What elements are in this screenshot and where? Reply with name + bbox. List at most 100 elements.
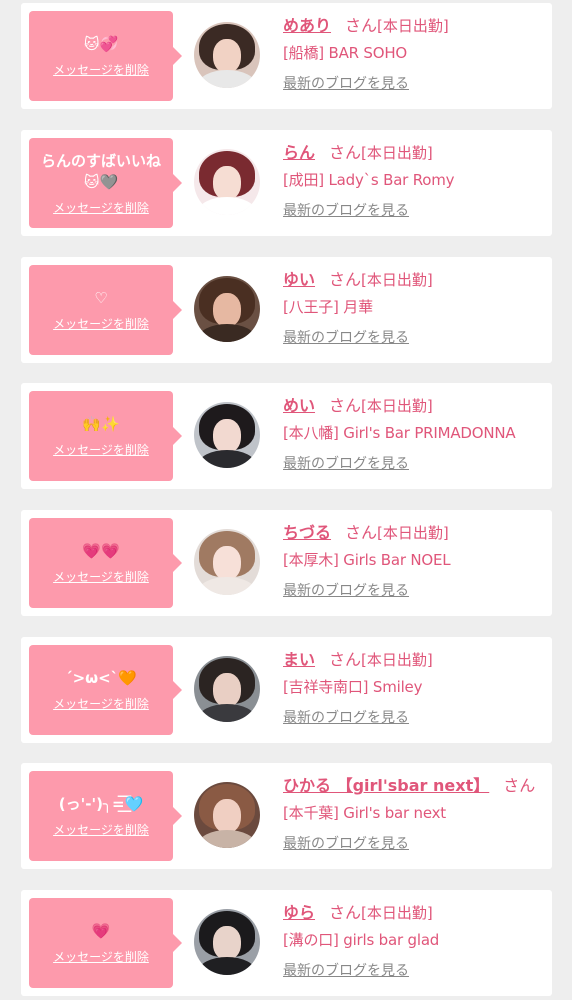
message-bubble: 🙌✨ メッセージを削除 — [29, 391, 182, 481]
latest-blog-link[interactable]: 最新のブログを見る — [283, 73, 409, 93]
avatar-face — [213, 926, 241, 960]
cast-name-link[interactable]: めい — [283, 396, 315, 415]
honorific: さん — [329, 396, 362, 415]
cast-info: ちづる さん[本日出勤] [本厚木] Girls Bar NOEL 最新のブログを見る — [283, 520, 549, 600]
avatar-face — [213, 546, 241, 580]
avatar-body — [198, 704, 256, 722]
status-label: [本日出勤] — [361, 144, 433, 162]
shop-name: [成田] Lady`s Bar Romy — [283, 171, 455, 189]
shop-name: [吉祥寺南口] Smiley — [283, 678, 423, 696]
message-card: (っ'-')╮=͟͟͞͞🩵 メッセージを削除 ひかる 【girl'sbar next… — [21, 763, 552, 869]
cast-name-line: めい さん[本日出勤] — [283, 393, 549, 418]
delete-message-link[interactable]: メッセージを削除 — [53, 821, 149, 838]
avatar-face — [213, 293, 241, 327]
status-label: [本日出勤] — [361, 651, 433, 669]
message-bubble: (っ'-')╮=͟͟͞͞🩵 メッセージを削除 — [29, 771, 182, 861]
avatar[interactable] — [194, 149, 260, 215]
avatar-body — [198, 70, 256, 88]
avatar[interactable] — [194, 22, 260, 88]
message-bubble: 🐱💞 メッセージを削除 — [29, 11, 182, 101]
avatar-face — [213, 419, 241, 453]
latest-blog-link[interactable]: 最新のブログを見る — [283, 200, 409, 220]
message-text: 💗💗 — [82, 542, 120, 560]
cast-info: ゆら さん[本日出勤] [溝の口] girls bar glad 最新のブログを見る — [283, 900, 549, 980]
cast-info: めあり さん[本日出勤] [船橋] BAR SOHO 最新のブログを見る — [283, 13, 549, 93]
shop-name: [本厚木] Girls Bar NOEL — [283, 551, 451, 569]
latest-blog-link[interactable]: 最新のブログを見る — [283, 960, 409, 980]
cast-name-line: ゆら さん[本日出勤] — [283, 900, 549, 925]
shop-name: [本千葉] Girl's bar next — [283, 804, 446, 822]
avatar-body — [198, 324, 256, 342]
delete-message-link[interactable]: メッセージを削除 — [53, 695, 149, 712]
honorific: さん — [329, 270, 362, 289]
cast-name-link[interactable]: ゆら — [283, 903, 315, 922]
message-text: らんのすばいいね 🐱🩶 — [40, 151, 161, 191]
avatar[interactable] — [194, 909, 260, 975]
message-text: (っ'-')╮=͟͟͞͞🩵 — [58, 795, 144, 813]
message-card: らんのすばいいね 🐱🩶 メッセージを削除 らん さん[本日出勤] [成田] Lady`s… — [21, 130, 552, 236]
message-card: 💗💗 メッセージを削除 ちづる さん[本日出勤] [本厚木] Girls Bar NOE… — [21, 510, 552, 616]
latest-blog-link[interactable]: 最新のブログを見る — [283, 707, 409, 727]
latest-blog-link[interactable]: 最新のブログを見る — [283, 453, 409, 473]
honorific: さん — [503, 776, 536, 795]
cast-name-link[interactable]: らん — [283, 143, 315, 162]
cast-name-line: ちづる さん[本日出勤] — [283, 520, 549, 545]
latest-blog-link[interactable]: 最新のブログを見る — [283, 580, 409, 600]
avatar[interactable] — [194, 656, 260, 722]
status-label: [本日出勤] — [377, 17, 449, 35]
delete-message-link[interactable]: メッセージを削除 — [53, 568, 149, 585]
message-text: ´>ω<`🧡 — [65, 669, 137, 687]
honorific: さん — [345, 16, 378, 35]
cast-name-link[interactable]: めあり — [283, 16, 331, 35]
shop-name: [本八幡] Girl's Bar PRIMADONNA — [283, 424, 516, 442]
message-card: ♡ メッセージを削除 ゆい さん[本日出勤] [八王子] 月華 最新のブログを見る — [21, 257, 552, 363]
avatar-face — [213, 673, 241, 707]
delete-message-link[interactable]: メッセージを削除 — [53, 199, 149, 216]
avatar[interactable] — [194, 276, 260, 342]
message-bubble: ´>ω<`🧡 メッセージを削除 — [29, 645, 182, 735]
status-label: [本日出勤] — [361, 904, 433, 922]
avatar-face — [213, 166, 241, 200]
cast-name-line: まい さん[本日出勤] — [283, 647, 549, 672]
delete-message-link[interactable]: メッセージを削除 — [53, 315, 149, 332]
message-bubble: らんのすばいいね 🐱🩶 メッセージを削除 — [29, 138, 182, 228]
message-card: 💗 メッセージを削除 ゆら さん[本日出勤] [溝の口] girls bar glad 最… — [21, 890, 552, 996]
cast-info: ゆい さん[本日出勤] [八王子] 月華 最新のブログを見る — [283, 267, 549, 347]
avatar-body — [198, 577, 256, 595]
message-text: ♡ — [94, 289, 108, 307]
status-label: [本日出勤] — [361, 397, 433, 415]
avatar[interactable] — [194, 529, 260, 595]
delete-message-link[interactable]: メッセージを削除 — [53, 61, 149, 78]
delete-message-link[interactable]: メッセージを削除 — [53, 948, 149, 965]
cast-name-link[interactable]: ゆい — [283, 270, 315, 289]
avatar-body — [198, 450, 256, 468]
message-bubble: ♡ メッセージを削除 — [29, 265, 182, 355]
avatar[interactable] — [194, 402, 260, 468]
cast-name-link[interactable]: ひかる 【girl'sbar next】 — [283, 776, 489, 795]
message-text: 🐱💞 — [83, 35, 119, 53]
status-label: [本日出勤] — [361, 271, 433, 289]
message-text: 🙌✨ — [82, 415, 120, 433]
avatar-body — [198, 830, 256, 848]
latest-blog-link[interactable]: 最新のブログを見る — [283, 327, 409, 347]
honorific: さん — [345, 523, 378, 542]
cast-info: ひかる 【girl'sbar next】 さん [本千葉] Girl's bar n… — [283, 773, 549, 853]
cast-name-link[interactable]: ちづる — [283, 523, 331, 542]
cast-name-line: らん さん[本日出勤] — [283, 140, 549, 165]
avatar-face — [213, 39, 241, 73]
shop-name: [船橋] BAR SOHO — [283, 44, 408, 62]
cast-name-link[interactable]: まい — [283, 650, 315, 669]
cast-info: めい さん[本日出勤] [本八幡] Girl's Bar PRIMADONNA 最新の… — [283, 393, 549, 473]
cast-info: らん さん[本日出勤] [成田] Lady`s Bar Romy 最新のブログを見る — [283, 140, 549, 220]
cast-name-line: ゆい さん[本日出勤] — [283, 267, 549, 292]
delete-message-link[interactable]: メッセージを削除 — [53, 441, 149, 458]
avatar-body — [198, 197, 256, 215]
message-card: 🙌✨ メッセージを削除 めい さん[本日出勤] [本八幡] Girl's Bar PRI… — [21, 383, 552, 489]
honorific: さん — [329, 143, 362, 162]
avatar-face — [213, 799, 241, 833]
cast-info: まい さん[本日出勤] [吉祥寺南口] Smiley 最新のブログを見る — [283, 647, 549, 727]
avatar[interactable] — [194, 782, 260, 848]
message-card: ´>ω<`🧡 メッセージを削除 まい さん[本日出勤] [吉祥寺南口] Smiley 最新… — [21, 637, 552, 743]
latest-blog-link[interactable]: 最新のブログを見る — [283, 833, 409, 853]
message-bubble: 💗 メッセージを削除 — [29, 898, 182, 988]
